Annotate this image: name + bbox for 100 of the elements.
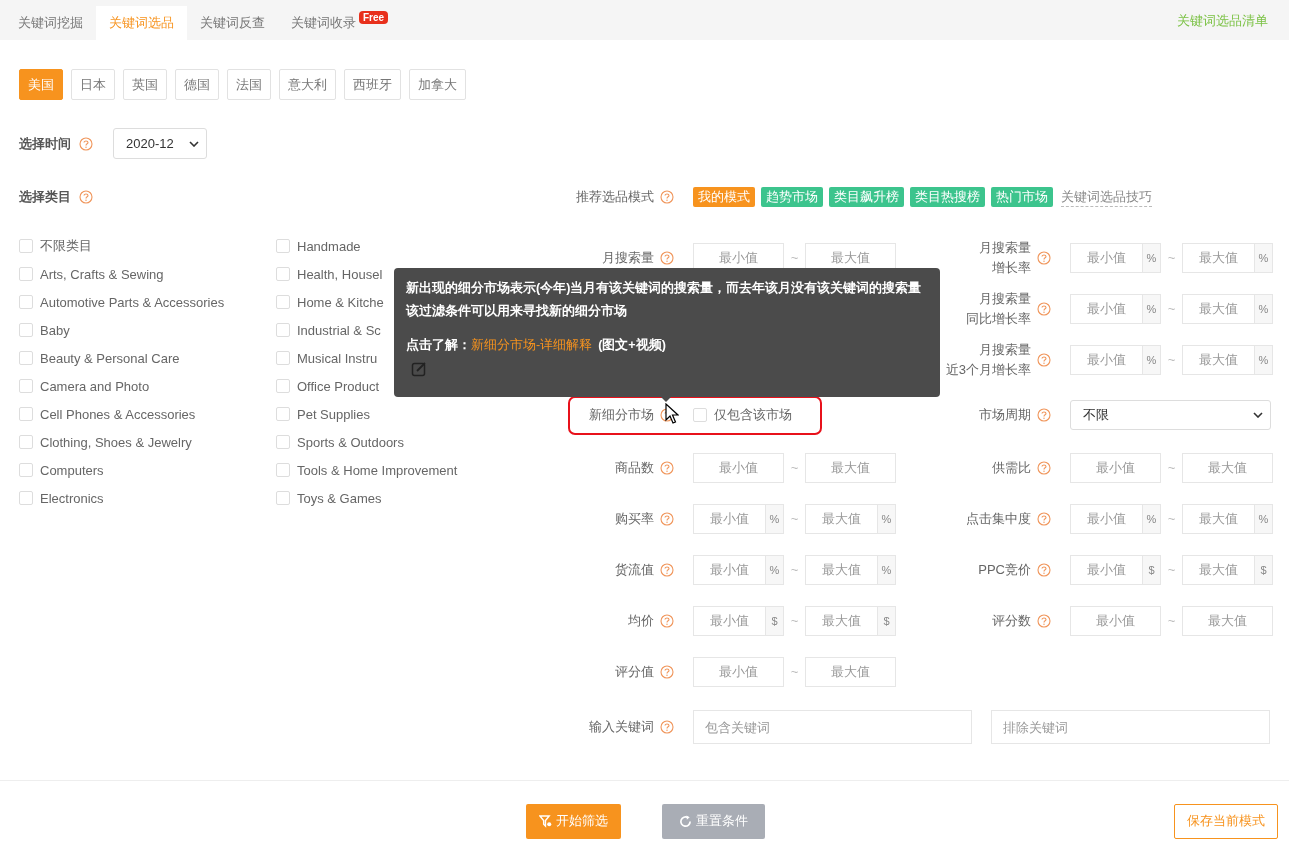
checkbox[interactable]: [276, 239, 290, 253]
country-button[interactable]: 美国: [19, 69, 63, 100]
filter-label: 输入关键词: [589, 718, 654, 736]
checkbox[interactable]: [19, 323, 33, 337]
checkbox[interactable]: [276, 379, 290, 393]
mode-tag[interactable]: 热门市场: [991, 187, 1053, 207]
max-input[interactable]: 最大值: [1182, 452, 1273, 483]
min-input[interactable]: 最小值: [1070, 503, 1143, 534]
category-label: Home & Kitche: [297, 294, 384, 310]
unit-label: $: [1255, 554, 1273, 585]
checkbox[interactable]: [276, 351, 290, 365]
checkbox[interactable]: [19, 435, 33, 449]
tab[interactable]: 关键词挖掘: [5, 6, 96, 40]
mode-tag[interactable]: 类目飙升榜: [829, 187, 904, 207]
unit-label: %: [1143, 344, 1161, 375]
mode-tag[interactable]: 我的模式: [693, 187, 755, 207]
category-label: Electronics: [40, 490, 104, 506]
max-input[interactable]: 最大值: [1182, 503, 1255, 534]
max-input[interactable]: 最大值: [1182, 293, 1255, 324]
tab[interactable]: 关键词反查: [187, 6, 278, 40]
max-input[interactable]: 最大值: [805, 554, 878, 585]
checkbox[interactable]: [19, 295, 33, 309]
category-label: Sports & Outdoors: [297, 434, 404, 450]
tab[interactable]: 关键词选品: [96, 6, 187, 40]
max-input[interactable]: 最大值: [805, 656, 896, 687]
filter-label: 月搜索量: [602, 248, 654, 267]
edit-icon[interactable]: [411, 361, 427, 377]
exclude-keyword-input[interactable]: 排除关键词: [991, 710, 1270, 744]
unit-label: %: [1255, 344, 1273, 375]
min-input[interactable]: 最小值: [1070, 554, 1143, 585]
selection-list-link[interactable]: 关键词选品清单: [1177, 12, 1268, 30]
unit-label: %: [878, 503, 896, 534]
mode-tag[interactable]: 趋势市场: [761, 187, 823, 207]
max-input[interactable]: 最大值: [1182, 242, 1255, 273]
checkbox[interactable]: [276, 491, 290, 505]
min-input[interactable]: 最小值: [693, 452, 784, 483]
free-badge: Free: [359, 11, 389, 24]
filter-label: 点击集中度: [966, 509, 1031, 528]
checkbox[interactable]: [19, 267, 33, 281]
category-label: Musical Instru: [297, 350, 378, 366]
checkbox[interactable]: [19, 351, 33, 365]
include-keyword-input[interactable]: 包含关键词: [693, 710, 972, 744]
max-input[interactable]: 最大值: [805, 605, 878, 636]
checkbox[interactable]: [19, 491, 33, 505]
filter-label: 货流值: [615, 560, 654, 579]
min-input[interactable]: 最小值: [693, 656, 784, 687]
section-label: 选择时间: [19, 134, 71, 153]
max-input[interactable]: 最大值: [805, 503, 878, 534]
range-separator: ~: [789, 250, 800, 265]
month-select[interactable]: 2020-12: [113, 128, 207, 159]
checkbox[interactable]: [276, 435, 290, 449]
country-button[interactable]: 西班牙: [344, 69, 401, 100]
max-input[interactable]: 最大值: [1182, 554, 1255, 585]
checkbox[interactable]: [19, 379, 33, 393]
category-label: Arts, Crafts & Sewing: [40, 266, 164, 282]
filter-icon: [539, 814, 552, 828]
start-filter-button[interactable]: 开始筛选: [526, 803, 621, 839]
checkbox[interactable]: [19, 407, 33, 421]
checkbox[interactable]: [693, 408, 707, 422]
tips-link[interactable]: 关键词选品技巧: [1061, 187, 1152, 207]
country-button[interactable]: 英国: [123, 69, 167, 100]
range-separator: ~: [789, 460, 800, 475]
checkbox[interactable]: [276, 267, 290, 281]
checkbox[interactable]: [19, 239, 33, 253]
period-select[interactable]: 不限: [1070, 400, 1271, 430]
mode-tag[interactable]: 类目热搜榜: [910, 187, 985, 207]
tab[interactable]: 关键词收录 $^{Free}$: [278, 6, 402, 40]
country-button[interactable]: 日本: [71, 69, 115, 100]
min-input[interactable]: 最小值: [693, 554, 766, 585]
country-button[interactable]: 法国: [227, 69, 271, 100]
checkbox[interactable]: [276, 323, 290, 337]
min-input[interactable]: 最小值: [693, 503, 766, 534]
checkbox[interactable]: [19, 463, 33, 477]
range-separator: ~: [1166, 352, 1177, 367]
min-input[interactable]: 最小值: [1070, 605, 1161, 636]
checkbox[interactable]: [276, 463, 290, 477]
category-label: Beauty & Personal Care: [40, 350, 180, 366]
checkbox[interactable]: [276, 295, 290, 309]
max-input[interactable]: 最大值: [1182, 605, 1273, 636]
max-input[interactable]: 最大值: [805, 452, 896, 483]
detail-link[interactable]: 新细分市场-详细解释: [471, 335, 593, 355]
min-input[interactable]: 最小值: [1070, 242, 1143, 273]
min-input[interactable]: 最小值: [1070, 344, 1143, 375]
country-button[interactable]: 加拿大: [409, 69, 466, 100]
category-label: Camera and Photo: [40, 378, 150, 394]
save-mode-button[interactable]: 保存当前模式: [1174, 803, 1278, 839]
filter-label: 均价: [628, 611, 654, 630]
min-input[interactable]: 最小值: [1070, 293, 1143, 324]
filter-label: 新细分市场: [589, 406, 654, 424]
unit-label: %: [1255, 293, 1273, 324]
chevron-down-icon: [189, 140, 199, 147]
filter-label: 月搜索量 近3个月增长率: [945, 340, 1031, 379]
min-input[interactable]: 最小值: [693, 605, 766, 636]
country-button[interactable]: 意大利: [279, 69, 336, 100]
max-input[interactable]: 最大值: [1182, 344, 1255, 375]
category-label: Automotive Parts & Accessories: [40, 294, 225, 310]
checkbox[interactable]: [276, 407, 290, 421]
country-button[interactable]: 德国: [175, 69, 219, 100]
tooltip-text: 新出现的细分市场表示(今年)当月有该关键词的搜索量，而去年该月没有该关键词的搜索量: [406, 280, 923, 297]
min-input[interactable]: 最小值: [1070, 452, 1161, 483]
